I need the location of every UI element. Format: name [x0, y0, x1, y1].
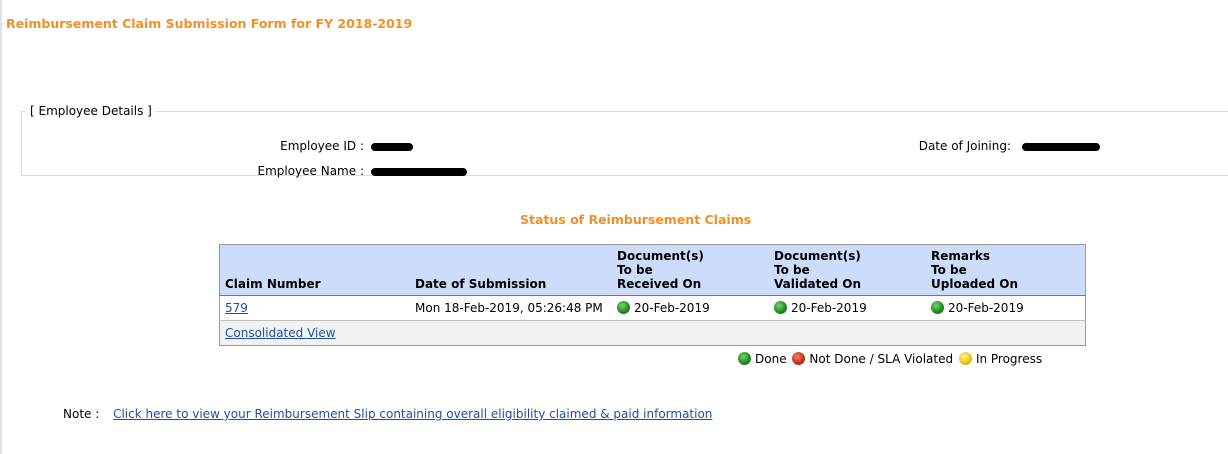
col-remarks-uploaded: Remarks To be Uploaded On — [926, 244, 1086, 296]
col-documents-received: Document(s) To be Received On — [612, 244, 769, 296]
col-date-of-submission: Date of Submission — [410, 244, 612, 296]
note-label: Note : — [63, 407, 100, 421]
legend-not-done-label: Not Done / SLA Violated — [809, 352, 954, 366]
table-footer-row: Consolidated View — [219, 320, 1086, 346]
legend-done-label: Done — [755, 352, 787, 366]
note-section: Note : Click here to view your Reimburse… — [63, 407, 712, 421]
employee-details-panel: [ Employee Details ] — [21, 104, 1228, 176]
employee-id-label: Employee ID : — [280, 139, 364, 153]
done-legend-icon — [738, 352, 751, 365]
col-claim-number: Claim Number — [219, 244, 410, 296]
employee-id-value-redacted — [371, 143, 413, 151]
status-legend: Done Not Done / SLA Violated In Progress — [738, 352, 1044, 366]
reimbursement-slip-link[interactable]: Click here to view your Reimbursement Sl… — [113, 407, 712, 421]
not-done-legend-icon — [792, 352, 806, 365]
page-title: Reimbursement Claim Submission Form for … — [6, 16, 413, 31]
employee-details-legend: [ Employee Details ] — [30, 104, 152, 118]
date-of-joining-value-redacted — [1022, 143, 1100, 151]
legend-in-progress-label: In Progress — [975, 352, 1043, 366]
done-status-icon — [774, 301, 787, 314]
received-on-cell: 20-Feb-2019 — [612, 296, 769, 321]
claims-status-table: Claim Number Date of Submission Document… — [219, 244, 1086, 346]
done-status-icon — [931, 301, 944, 314]
submission-date-cell: Mon 18-Feb-2019, 05:26:48 PM — [415, 301, 603, 315]
in-progress-legend-icon — [958, 352, 972, 365]
done-status-icon — [617, 301, 630, 314]
validated-on-cell: 20-Feb-2019 — [769, 296, 926, 321]
employee-name-value-redacted — [371, 168, 467, 176]
window-left-border — [0, 0, 2, 454]
col-documents-validated: Document(s) To be Validated On — [769, 244, 926, 296]
uploaded-on-cell: 20-Feb-2019 — [926, 296, 1086, 321]
consolidated-view-link[interactable]: Consolidated View — [225, 326, 336, 340]
claim-number-link[interactable]: 579 — [225, 301, 248, 315]
table-row: 579 Mon 18-Feb-2019, 05:26:48 PM 20-Feb-… — [220, 296, 1086, 321]
date-of-joining-label: Date of Joining: — [918, 139, 1011, 153]
status-title: Status of Reimbursement Claims — [520, 212, 752, 227]
employee-name-label: Employee Name : — [257, 164, 364, 178]
table-header-row: Claim Number Date of Submission Document… — [219, 244, 1086, 296]
